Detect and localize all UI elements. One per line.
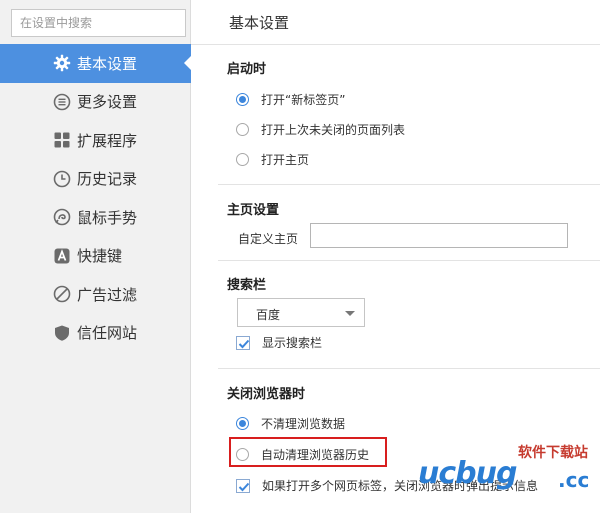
custom-homepage-input[interactable] — [310, 223, 568, 248]
divider — [191, 44, 600, 45]
checkbox-label: 显示搜索栏 — [262, 336, 323, 350]
startup-option-homepage[interactable]: 打开主页 — [236, 151, 309, 168]
nav-item-label: 鼠标手势 — [77, 208, 138, 227]
radio-unselected[interactable] — [236, 153, 249, 166]
nav-item-more-settings[interactable]: 更多设置 — [0, 83, 191, 122]
on-close-heading: 关闭浏览器时 — [227, 387, 306, 402]
nav-item-label: 历史记录 — [77, 170, 138, 189]
checkbox-checked[interactable] — [236, 478, 250, 493]
shield-icon — [53, 324, 71, 342]
settings-nav: 基本设置 更多设置 扩展程序 历史记录 鼠标手势 快捷键 广告过滤 信任网站 — [0, 44, 192, 353]
block-icon — [53, 285, 71, 303]
watermark-brand: ucbug — [418, 456, 517, 491]
chevron-down-icon — [345, 311, 355, 316]
clock-icon — [53, 170, 71, 188]
list-icon — [53, 93, 71, 111]
nav-item-label: 扩展程序 — [77, 131, 138, 150]
nav-item-shortcuts[interactable]: 快捷键 — [0, 237, 191, 276]
page-title: 基本设置 — [229, 14, 290, 32]
nav-item-basic-settings[interactable]: 基本设置 — [0, 44, 192, 83]
radio-selected[interactable] — [236, 93, 249, 106]
nav-item-label: 基本设置 — [77, 54, 138, 73]
radio-label: 打开“新标签页” — [261, 93, 346, 107]
nav-item-label: 广告过滤 — [77, 285, 138, 304]
close-option-keep-data[interactable]: 不清理浏览数据 — [236, 415, 345, 432]
startup-option-restore-tabs[interactable]: 打开上次未关闭的页面列表 — [236, 121, 405, 138]
watermark-subtitle: 软件下载站 — [518, 445, 588, 461]
nav-item-label: 信任网站 — [77, 324, 138, 343]
watermark-tld: .cc — [558, 468, 590, 492]
nav-item-ad-filter[interactable]: 广告过滤 — [0, 275, 191, 314]
search-engine-value: 百度 — [256, 308, 281, 322]
keyboard-a-icon — [53, 247, 71, 265]
settings-sidebar: 在设置中搜索 基本设置 更多设置 扩展程序 历史记录 鼠标手势 快捷键 广告过滤… — [0, 0, 192, 513]
show-searchbar-option[interactable]: 显示搜索栏 — [236, 334, 322, 351]
radio-unselected[interactable] — [236, 123, 249, 136]
search-engine-select[interactable]: 百度 — [237, 298, 365, 327]
radio-label: 打开上次未关闭的页面列表 — [261, 123, 406, 137]
startup-option-new-tab[interactable]: 打开“新标签页” — [236, 91, 345, 108]
checkbox-checked[interactable] — [236, 335, 250, 350]
searchbar-heading: 搜索栏 — [227, 278, 267, 293]
nav-item-history[interactable]: 历史记录 — [0, 160, 191, 199]
nav-item-label: 更多设置 — [77, 93, 138, 112]
divider — [218, 184, 600, 185]
nav-item-trusted-sites[interactable]: 信任网站 — [0, 314, 191, 353]
divider — [218, 368, 600, 369]
nav-item-extensions[interactable]: 扩展程序 — [0, 121, 191, 160]
highlight-annotation-box — [229, 437, 387, 467]
nav-item-label: 快捷键 — [77, 247, 123, 266]
radio-label: 打开主页 — [261, 153, 310, 167]
gear-icon — [53, 54, 71, 72]
startup-heading: 启动时 — [227, 62, 267, 77]
homepage-heading: 主页设置 — [227, 203, 280, 218]
mouse-gesture-icon — [53, 208, 71, 226]
grid-icon — [53, 131, 71, 149]
radio-selected[interactable] — [236, 417, 249, 430]
nav-item-mouse-gestures[interactable]: 鼠标手势 — [0, 198, 191, 237]
custom-homepage-label: 自定义主页 — [238, 232, 299, 246]
settings-search-input[interactable]: 在设置中搜索 — [11, 9, 186, 37]
divider — [218, 260, 600, 261]
radio-label: 不清理浏览数据 — [261, 417, 346, 431]
site-watermark-logo: 软件下载站 ucbug .cc — [418, 436, 600, 496]
